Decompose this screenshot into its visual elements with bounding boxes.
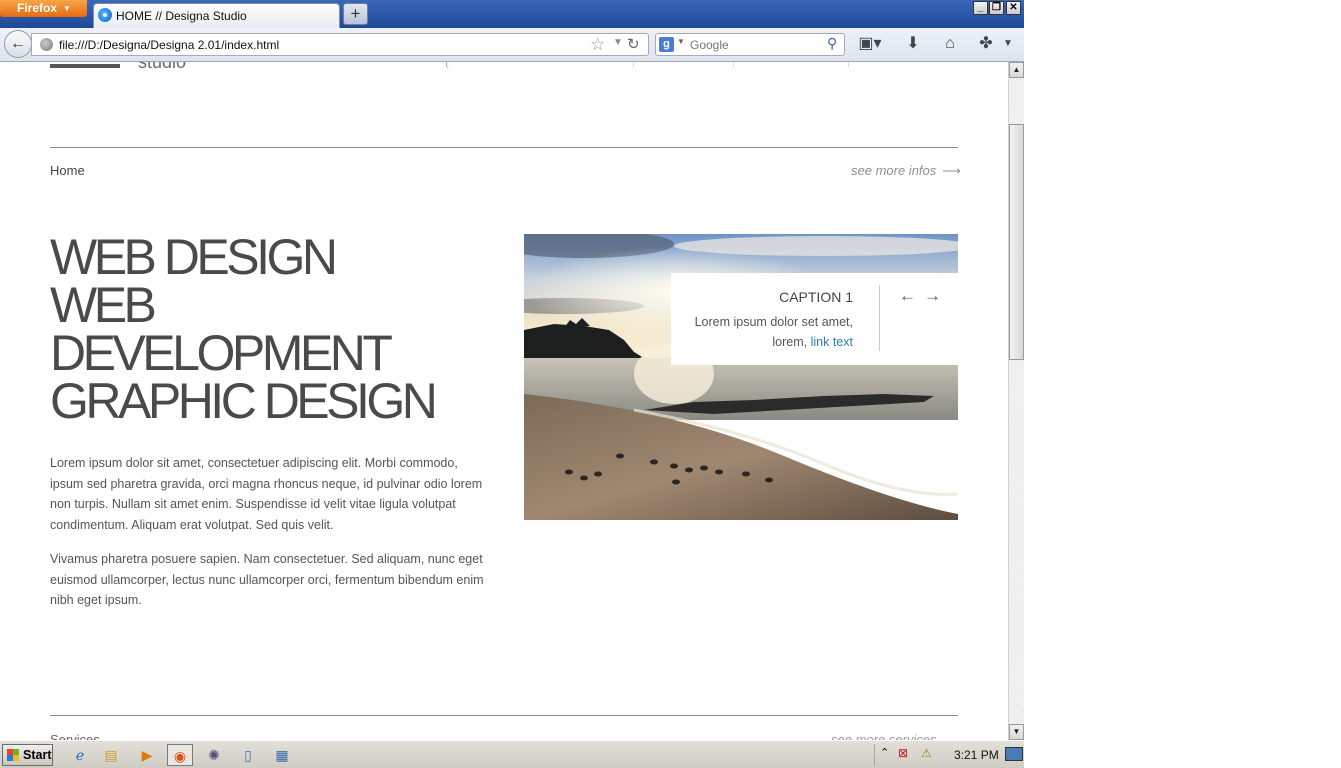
- page-viewport: studio Home see more infos ⟶ WEB DESIGN W…: [0, 62, 1008, 740]
- headline-line: WEB: [50, 277, 157, 333]
- history-dropdown-icon[interactable]: ▼: [613, 37, 623, 48]
- long-arrow-right-icon: ⟶: [942, 163, 961, 178]
- slide-caption: CAPTION 1 Lorem ipsum dolor set amet, lo…: [671, 273, 958, 365]
- site-favicon-icon: [98, 8, 112, 22]
- start-label: Start: [23, 748, 52, 762]
- caption-text: Lorem ipsum dolor set amet, lorem, link …: [671, 312, 853, 352]
- windows-taskbar: Start ℯ ▤ ▶ ◉ ✺ ▯ ▦ ⌃ ⊠ ⚠ 3:21 PM: [0, 740, 1024, 768]
- image-slider[interactable]: CAPTION 1 Lorem ipsum dolor set amet, lo…: [524, 234, 958, 520]
- headline-line: DEVELOPMENT: [50, 325, 393, 381]
- tab-home[interactable]: HOME // Designa Studio: [93, 3, 340, 28]
- search-bar[interactable]: g ▼ Google ⚲: [655, 33, 845, 56]
- services-heading: Services: [50, 732, 100, 740]
- security-alert-icon[interactable]: ⚠: [921, 746, 932, 760]
- chevron-down-icon: ▼: [63, 4, 71, 13]
- internet-explorer-icon[interactable]: ℯ: [67, 744, 93, 766]
- downloads-icon[interactable]: ⬇: [900, 33, 926, 55]
- intro-paragraph: Lorem ipsum dolor sit amet, consectetuer…: [50, 456, 483, 533]
- topnav-divider: [633, 62, 634, 67]
- system-tray: ⌃ ⊠ ⚠ 3:21 PM: [874, 744, 1024, 766]
- tray-expand-icon[interactable]: ⌃: [880, 746, 889, 759]
- headline-line: WEB DESIGN: [50, 229, 338, 285]
- toolbar-menu-icon[interactable]: ▼: [998, 33, 1018, 55]
- show-desktop-icon[interactable]: [1005, 747, 1023, 761]
- see-more-services-link[interactable]: see more services: [831, 732, 936, 740]
- restore-button[interactable]: ❐: [989, 1, 1004, 15]
- topnav-divider: [733, 62, 734, 67]
- search-icon[interactable]: ⚲: [827, 35, 837, 52]
- browser-titlebar: Firefox ▼ HOME // Designa Studio + _ ❐ ✕: [0, 0, 1024, 28]
- reload-icon[interactable]: ↻: [627, 35, 640, 53]
- settings-gear-icon[interactable]: ✺: [201, 744, 227, 766]
- see-more-infos-link[interactable]: see more infos ⟶: [851, 163, 961, 179]
- back-button[interactable]: ←: [4, 30, 32, 58]
- topnav-divider: [848, 62, 849, 67]
- site-identity-icon[interactable]: [40, 38, 53, 51]
- caption-link[interactable]: link text: [811, 335, 853, 349]
- logo-mark: [50, 64, 120, 68]
- section-divider: [50, 715, 958, 716]
- headline-line: GRAPHIC DESIGN: [50, 373, 438, 429]
- new-tab-button[interactable]: +: [343, 3, 368, 25]
- url-input[interactable]: file:///D:/Designa/Designa 2.01/index.ht…: [59, 38, 279, 52]
- clock[interactable]: 3:21 PM: [954, 748, 999, 762]
- minimize-button[interactable]: _: [973, 1, 988, 15]
- folder-icon[interactable]: ▤: [98, 744, 124, 766]
- google-engine-icon[interactable]: g: [659, 37, 674, 52]
- scroll-down-button[interactable]: ▼: [1009, 724, 1024, 740]
- start-button[interactable]: Start: [2, 744, 53, 766]
- window-app-icon[interactable]: ▦: [269, 744, 295, 766]
- scroll-thumb[interactable]: [1009, 124, 1024, 360]
- addon-icon[interactable]: ✤: [973, 33, 999, 55]
- browser-navbar: ← file:///D:/Designa/Designa 2.01/index.…: [0, 28, 1024, 62]
- network-error-icon[interactable]: ⊠: [898, 746, 908, 760]
- notepad-icon[interactable]: ▯: [235, 744, 261, 766]
- home-icon[interactable]: ⌂: [937, 33, 963, 55]
- tab-title: HOME // Designa Studio: [116, 9, 247, 23]
- search-input[interactable]: Google: [690, 38, 729, 52]
- slider-next-icon[interactable]: →: [924, 286, 941, 306]
- firefox-menu-label: Firefox: [17, 1, 58, 15]
- intro-paragraph: Vivamus pharetra posuere sapien. Nam con…: [50, 552, 484, 608]
- see-more-infos-label: see more infos: [851, 163, 937, 178]
- back-arrow-icon: ←: [10, 35, 26, 52]
- media-player-icon[interactable]: ▶: [134, 744, 160, 766]
- vertical-scrollbar[interactable]: ▲ ▼: [1008, 62, 1024, 740]
- close-button[interactable]: ✕: [1006, 1, 1021, 15]
- topnav-decoration: [446, 62, 453, 69]
- scroll-up-button[interactable]: ▲: [1009, 62, 1024, 78]
- logo-text: studio: [138, 62, 187, 72]
- engine-dropdown-icon[interactable]: ▼: [677, 37, 685, 46]
- breadcrumb[interactable]: Home: [50, 163, 85, 178]
- firefox-taskbar-icon[interactable]: ◉: [167, 744, 193, 766]
- firefox-menu-button[interactable]: Firefox ▼: [0, 0, 87, 17]
- windows-logo-icon: [7, 749, 19, 761]
- bookmark-star-icon[interactable]: ☆: [590, 35, 605, 55]
- caption-divider: [879, 285, 880, 351]
- caption-title: CAPTION 1: [779, 289, 853, 305]
- section-divider: [50, 147, 958, 148]
- url-bar[interactable]: file:///D:/Designa/Designa 2.01/index.ht…: [31, 33, 649, 56]
- slider-prev-icon[interactable]: ←: [899, 286, 916, 306]
- bookmarks-icon[interactable]: ▣▾: [857, 33, 883, 55]
- page-headline: WEB DESIGN WEB DEVELOPMENT GRAPHIC DESIG…: [50, 229, 510, 429]
